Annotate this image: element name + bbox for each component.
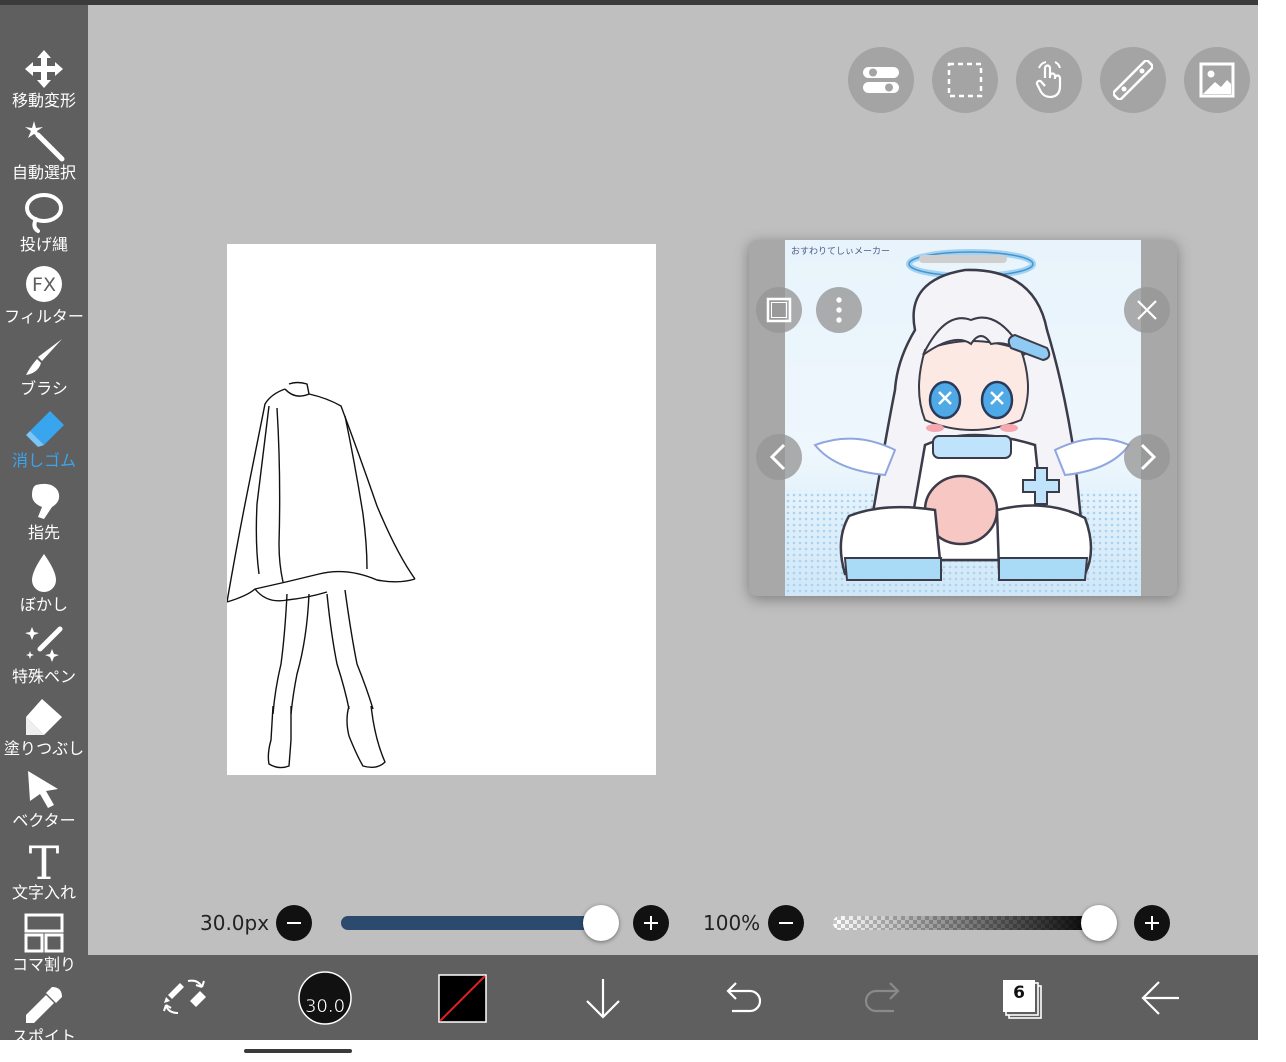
tool-auto-select[interactable]: 自動選択 [0,115,88,187]
save-button[interactable] [583,955,623,1040]
tool-vector[interactable]: ベクター [0,763,88,835]
ruler-button[interactable] [1100,47,1166,113]
frame-toggle-icon [766,297,792,323]
toggle-switch-icon [863,67,899,93]
eraser-icon [26,411,64,447]
fx-filter-icon: FX [26,266,62,302]
tool-frame-divide[interactable]: コマ割り [0,907,88,979]
back-arrow-icon [1141,981,1179,1015]
tool-special-pen[interactable]: 特殊ペン [0,619,88,691]
move-arrows-icon [25,50,63,88]
redo-icon [864,982,900,1013]
brush-size-increase-button[interactable] [633,905,669,941]
brush-size-thumb[interactable] [583,905,619,941]
system-nav-strip [0,1040,1286,1062]
toggle-view-button[interactable] [848,47,914,113]
tool-finger[interactable]: 指先 [0,475,88,547]
home-indicator-bar[interactable] [244,1049,352,1053]
eyedropper-icon [26,987,62,1023]
reference-drag-handle[interactable] [919,255,1007,263]
next-chevron-icon [1140,443,1157,471]
tool-sidebar: 移動変形 自動選択 投げ縄 FX フィルター ブラシ 消しゴム 指先 ぼかし 特… [0,5,88,1040]
brush-size-decrease-button[interactable] [276,905,312,941]
undo-button[interactable] [722,955,764,1040]
selection-marquee-icon [947,62,983,98]
brush-size-badge: 30.0 [304,996,346,1018]
opacity-value: 100% [703,911,761,935]
tool-filter[interactable]: FX フィルター [0,259,88,331]
svg-text:FX: FX [32,274,56,296]
magic-wand-icon [25,121,65,162]
fill-bucket-icon [26,699,62,735]
tool-text[interactable]: T 文字入れ [0,835,88,907]
swap-brush-eraser-icon [163,979,206,1014]
tool-eyedropper[interactable]: スポイト [0,979,88,1040]
tool-blur[interactable]: ぼかし [0,547,88,619]
tool-eraser[interactable]: 消しゴム [0,403,88,475]
frame-toggle-button[interactable] [756,287,802,333]
plus-icon [644,916,658,930]
prev-chevron-icon [769,443,786,471]
opacity-decrease-button[interactable] [768,905,804,941]
finger-smudge-icon [32,483,60,519]
brush-size-fill [341,916,597,930]
reference-image-icon [1199,62,1235,98]
prev-reference-button[interactable] [756,434,802,480]
touch-hand-icon [1035,61,1062,99]
selection-button[interactable] [932,47,998,113]
minus-icon [779,922,793,924]
tool-move-transform[interactable]: 移動変形 [0,43,88,115]
more-vertical-icon [836,297,842,323]
layer-count: 6 [1013,983,1025,1003]
back-button[interactable] [1139,955,1183,1040]
lasso-icon [25,193,63,233]
redo-button[interactable] [862,955,904,1040]
brush-icon [26,339,62,375]
reference-image-button[interactable] [1184,47,1250,113]
more-options-button[interactable] [816,287,862,333]
close-reference-button[interactable] [1124,287,1170,333]
swap-brush-eraser-button[interactable] [158,955,208,1040]
brush-size-slider[interactable] [341,916,597,930]
right-edge-strip [1258,0,1286,1040]
tool-fill[interactable]: 塗りつぶし [0,691,88,763]
reference-caption: おすわりてしぃメーカー [791,246,890,257]
opacity-slider[interactable] [833,916,1099,930]
opacity-increase-button[interactable] [1134,905,1170,941]
frame-divide-icon [24,913,64,953]
drawing-paper[interactable] [226,244,656,775]
reference-window[interactable]: おすわりてしぃメーカー [749,240,1177,596]
tool-lasso[interactable]: 投げ縄 [0,187,88,259]
next-reference-button[interactable] [1124,434,1170,480]
text-t-icon: T [29,839,60,883]
opacity-thumb[interactable] [1081,905,1117,941]
brush-size-indicator[interactable]: 30.0 [295,955,355,1040]
layers-button[interactable]: 6 [1000,955,1048,1040]
color-swatch-icon [438,974,487,1023]
plus-icon [1145,916,1159,930]
close-icon [1137,300,1157,320]
dress-lineart [226,381,416,769]
special-pen-icon [25,626,63,662]
vector-cursor-icon [28,771,58,808]
bottom-toolbar: 30.0 6 [88,955,1258,1040]
minus-icon [287,922,301,924]
canvas-area[interactable]: おすわりてしぃメーカー 30.0px 100% [88,5,1258,955]
brush-size-value: 30.0px [200,911,270,935]
svg-text:T: T [29,839,60,883]
color-swatch-button[interactable] [438,955,488,1040]
undo-icon [726,982,762,1013]
ruler-icon [1113,60,1153,100]
blur-drop-icon [32,554,56,592]
save-down-arrow-icon [586,979,620,1019]
touch-mode-button[interactable] [1016,47,1082,113]
tool-brush[interactable]: ブラシ [0,331,88,403]
